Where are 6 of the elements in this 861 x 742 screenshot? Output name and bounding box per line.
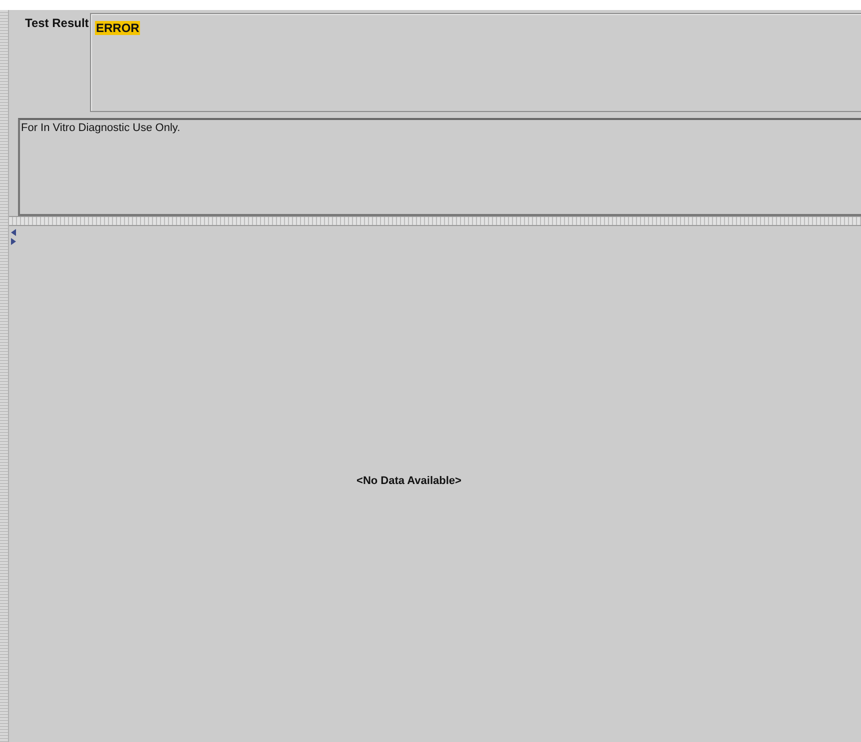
result-value: ERROR <box>95 21 140 35</box>
splitter-handle[interactable] <box>9 216 861 226</box>
disclaimer-text: For In Vitro Diagnostic Use Only. <box>18 118 861 216</box>
empty-message: <No Data Available> <box>356 475 462 487</box>
field-label: Test Result <box>24 15 90 32</box>
resize-handle[interactable] <box>0 10 9 742</box>
